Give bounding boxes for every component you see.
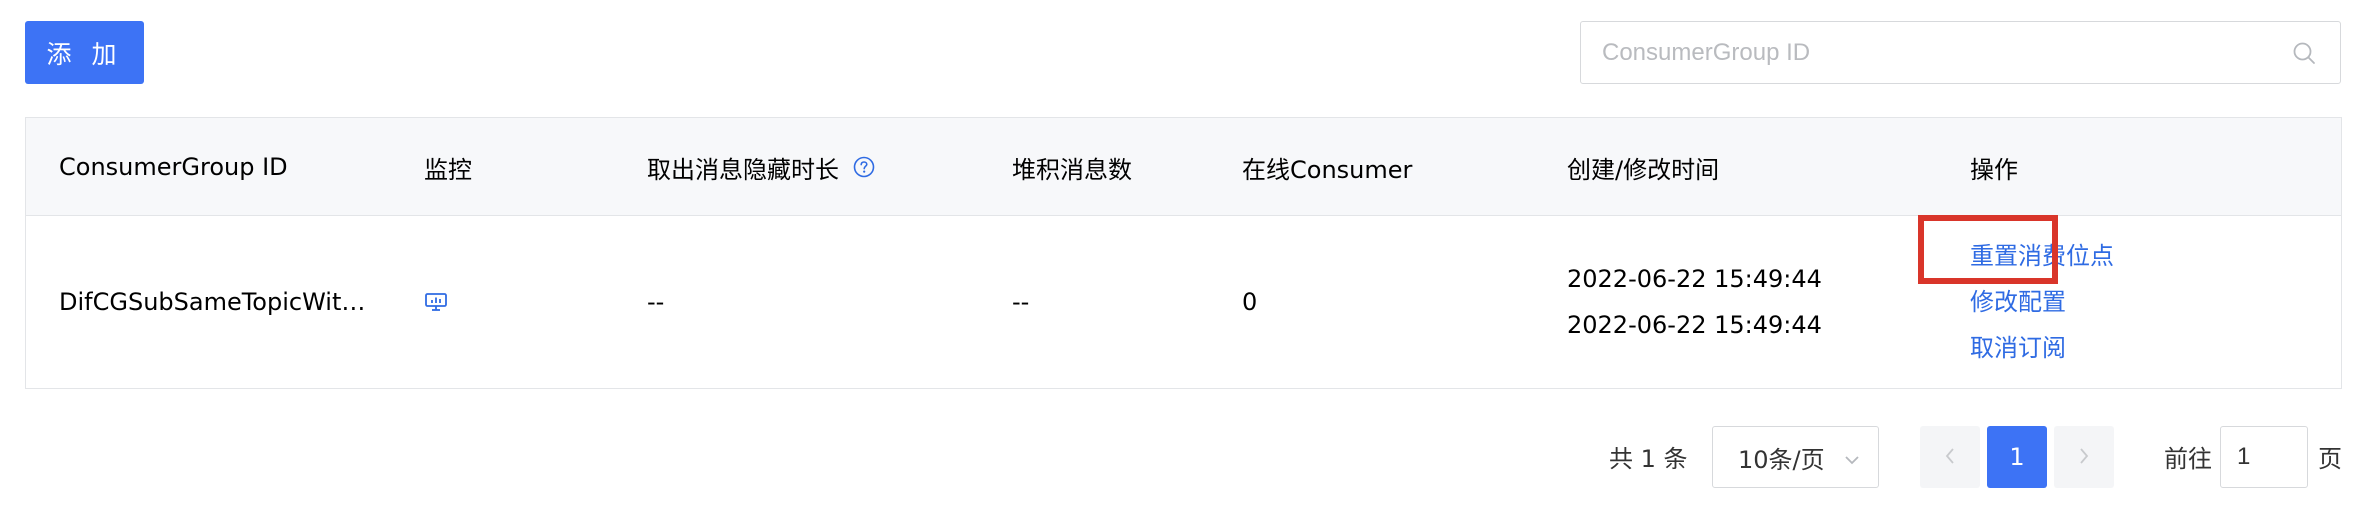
- page-number-button[interactable]: 1: [1987, 426, 2047, 488]
- help-circle-icon[interactable]: [853, 156, 875, 178]
- edit-config-link[interactable]: 修改配置: [1970, 279, 2066, 325]
- cell-time: 2022-06-22 15:49:44 2022-06-22 15:49:44: [1567, 216, 1822, 388]
- add-button[interactable]: 添 加: [25, 21, 144, 84]
- cell-monitor: [424, 216, 448, 388]
- table-header: ConsumerGroup ID 监控 取出消息隐藏时长 堆积消息数 在线Con…: [26, 118, 2341, 216]
- column-header-backlog: 堆积消息数: [1012, 155, 1132, 184]
- goto-suffix: 页: [2318, 444, 2342, 473]
- column-header-actions: 操作: [1970, 155, 2018, 184]
- cell-backlog: --: [1012, 288, 1030, 316]
- search-input[interactable]: [1581, 21, 2290, 84]
- search-icon[interactable]: [2290, 39, 2318, 67]
- created-time: 2022-06-22 15:49:44: [1567, 265, 1822, 293]
- column-header-invisible-duration-label: 取出消息隐藏时长: [647, 155, 839, 184]
- cell-online-consumer: 0: [1242, 288, 1258, 316]
- pagination-total: 共 1 条: [1609, 444, 1688, 473]
- consumer-group-table: ConsumerGroup ID 监控 取出消息隐藏时长 堆积消息数 在线Con…: [25, 117, 2342, 389]
- column-header-group-id: ConsumerGroup ID: [59, 153, 288, 181]
- page: 添 加 ConsumerGroup ID 监控 取出消息隐藏时长: [0, 0, 2380, 532]
- column-header-invisible-duration: 取出消息隐藏时长: [647, 118, 875, 216]
- cell-actions: 重置消费位点 修改配置 取消订阅: [1970, 216, 2114, 388]
- reset-offset-link[interactable]: 重置消费位点: [1970, 233, 2114, 279]
- page-size-value: 10条/页: [1738, 445, 1825, 474]
- chevron-left-icon: [1944, 443, 1956, 471]
- column-header-monitor: 监控: [424, 155, 472, 184]
- search-box[interactable]: [1580, 21, 2341, 84]
- goto-prefix: 前往: [2164, 444, 2212, 473]
- page-size-select[interactable]: 10条/页: [1712, 426, 1879, 488]
- column-header-time: 创建/修改时间: [1567, 155, 1720, 184]
- goto-page-input[interactable]: [2220, 426, 2308, 488]
- next-page-button[interactable]: [2054, 426, 2114, 488]
- column-header-online-consumer: 在线Consumer: [1242, 155, 1413, 184]
- monitor-icon[interactable]: [424, 292, 448, 312]
- chevron-down-icon: [1844, 443, 1860, 471]
- table-row: DifCGSubSameTopicWit… -- -- 0 2022-06-22…: [26, 216, 2341, 388]
- cell-invisible-duration: --: [647, 288, 665, 316]
- chevron-right-icon: [2078, 443, 2090, 471]
- cell-group-id: DifCGSubSameTopicWit…: [59, 288, 366, 316]
- unsubscribe-link[interactable]: 取消订阅: [1970, 325, 2066, 371]
- modified-time: 2022-06-22 15:49:44: [1567, 311, 1822, 339]
- prev-page-button[interactable]: [1920, 426, 1980, 488]
